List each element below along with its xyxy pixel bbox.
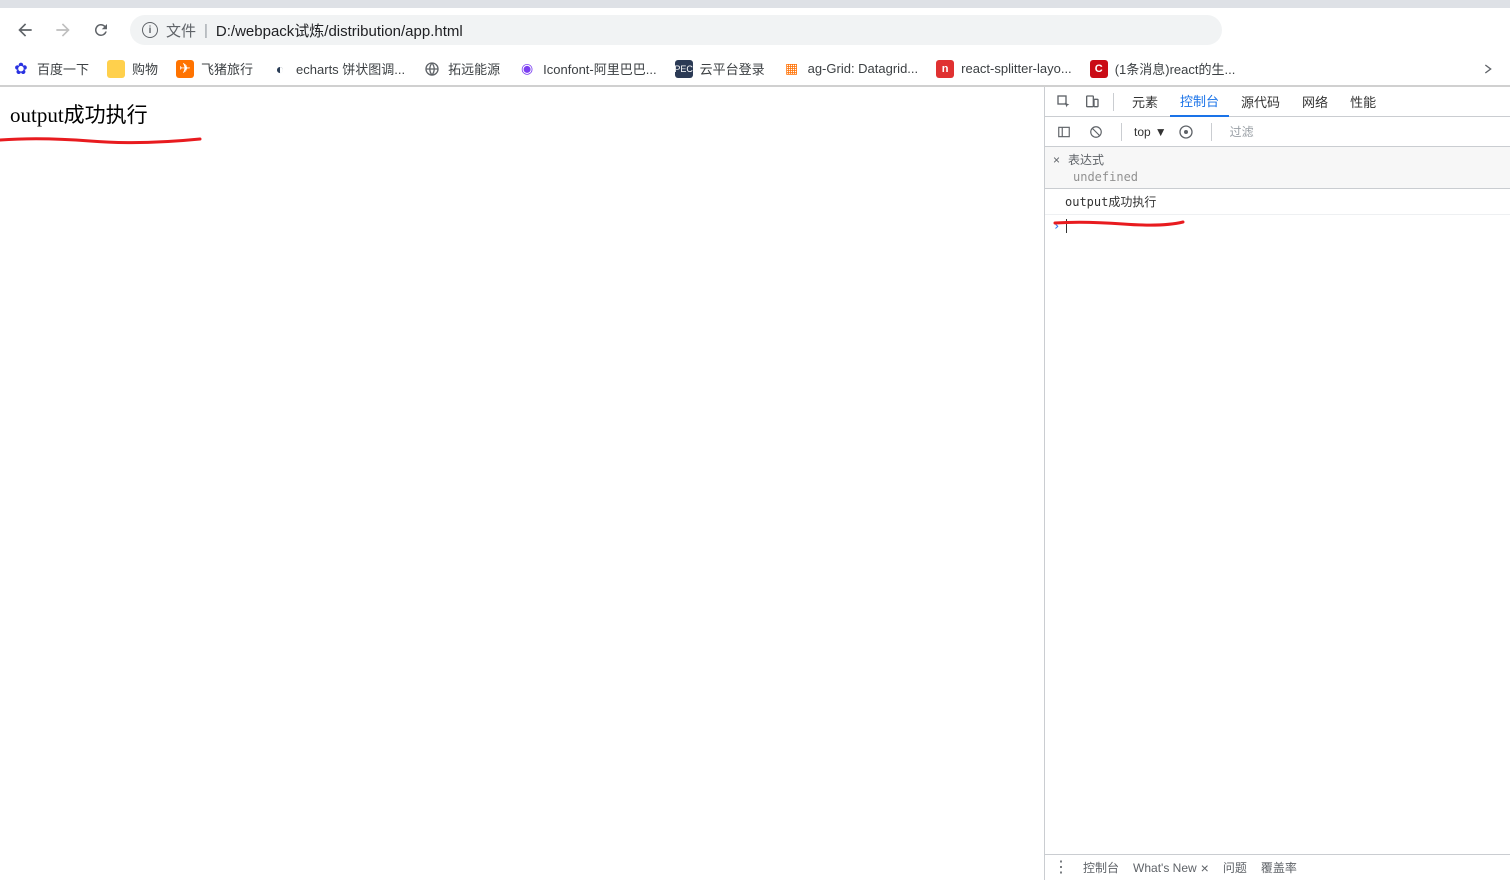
bookmark-label: Iconfont-阿里巴巴... — [543, 59, 656, 78]
devtools-tab-network[interactable]: 网络 — [1292, 87, 1338, 117]
console-sidebar-toggle-icon[interactable] — [1051, 119, 1077, 145]
bookmark-cloud-login[interactable]: PEC 云平台登录 — [675, 59, 765, 78]
bookmark-label: 百度一下 — [37, 59, 89, 78]
separator — [1113, 93, 1114, 111]
kebab-menu-icon[interactable]: ⋮ — [1053, 860, 1069, 876]
bookmark-tuoyuan[interactable]: 拓远能源 — [423, 59, 500, 78]
console-filter-input[interactable] — [1224, 123, 1504, 141]
device-toggle-icon[interactable] — [1079, 89, 1105, 115]
reload-button[interactable] — [84, 13, 118, 47]
bookmarks-bar: ✿ 百度一下 购物 ✈ 飞猪旅行 ◐ echarts 饼状图调... 拓远能源 … — [0, 52, 1510, 86]
page-body-text: output成功执行 — [10, 103, 148, 127]
address-bar[interactable]: i 文件 | D:/webpack试炼/distribution/app.htm… — [130, 15, 1222, 45]
bookmark-iconfont[interactable]: ◉ Iconfont-阿里巴巴... — [518, 59, 656, 78]
bookmark-csdn[interactable]: C (1条消息)react的生... — [1090, 59, 1236, 78]
watch-label: 表达式 — [1068, 151, 1104, 168]
devtools-panel: 元素 控制台 源代码 网络 性能 top ▼ — [1044, 87, 1510, 880]
address-row: i 文件 | D:/webpack试炼/distribution/app.htm… — [0, 8, 1510, 52]
separator — [1121, 123, 1122, 141]
drawer-tab-issues[interactable]: 问题 — [1223, 859, 1247, 876]
console-context-selector[interactable]: top ▼ — [1134, 125, 1167, 139]
devtools-tab-elements[interactable]: 元素 — [1122, 87, 1168, 117]
csdn-icon: C — [1090, 60, 1108, 78]
tab-strip[interactable] — [0, 0, 1510, 8]
address-path: D:/webpack试炼/distribution/app.html — [216, 20, 463, 41]
page-viewport: output成功执行 — [0, 87, 1044, 880]
drawer-tab-console[interactable]: 控制台 — [1083, 859, 1119, 876]
bookmark-label: 云平台登录 — [700, 59, 765, 78]
bookmark-echarts[interactable]: ◐ echarts 饼状图调... — [271, 59, 405, 78]
bookmark-react-splitter[interactable]: n react-splitter-layo... — [936, 60, 1072, 78]
bookmark-label: echarts 饼状图调... — [296, 59, 405, 78]
bookmark-label: (1条消息)react的生... — [1115, 59, 1236, 78]
devtools-tab-sources[interactable]: 源代码 — [1231, 87, 1290, 117]
chevron-down-icon: ▼ — [1155, 125, 1167, 139]
close-icon[interactable]: × — [1201, 860, 1209, 876]
bookmark-label: 飞猪旅行 — [201, 59, 253, 78]
inspect-element-icon[interactable] — [1051, 89, 1077, 115]
bookmark-label: ag-Grid: Datagrid... — [808, 61, 919, 76]
iconfont-icon: ◉ — [518, 60, 536, 78]
bookmark-label: react-splitter-layo... — [961, 61, 1072, 76]
forward-button[interactable] — [46, 13, 80, 47]
bookmark-fliggy[interactable]: ✈ 飞猪旅行 — [176, 59, 253, 78]
baidu-icon: ✿ — [12, 60, 30, 78]
close-icon[interactable]: × — [1053, 153, 1060, 167]
npm-icon: n — [936, 60, 954, 78]
address-separator: | — [204, 22, 208, 39]
bookmark-baidu[interactable]: ✿ 百度一下 — [12, 59, 89, 78]
bookmark-aggrid[interactable]: ▦ ag-Grid: Datagrid... — [783, 60, 919, 78]
address-scheme: 文件 — [166, 20, 196, 41]
devtools-tab-console[interactable]: 控制台 — [1170, 87, 1229, 117]
bookmark-shopping[interactable]: 购物 — [107, 59, 158, 78]
console-toolbar: top ▼ — [1045, 117, 1510, 147]
context-label: top — [1134, 125, 1151, 139]
devtools-header: 元素 控制台 源代码 网络 性能 — [1045, 87, 1510, 117]
bookmarks-overflow-icon[interactable] — [1478, 59, 1498, 79]
bookmark-label: 购物 — [132, 59, 158, 78]
echarts-icon: ◐ — [271, 60, 289, 78]
folder-icon — [107, 60, 125, 78]
fliggy-icon: ✈ — [176, 60, 194, 78]
drawer-tab-whatsnew[interactable]: What's New × — [1133, 860, 1209, 876]
separator — [1211, 123, 1212, 141]
site-info-icon[interactable]: i — [142, 22, 158, 38]
watch-expression-panel: × 表达式 undefined — [1045, 147, 1510, 189]
clear-console-icon[interactable] — [1083, 119, 1109, 145]
bookmark-label: 拓远能源 — [448, 59, 500, 78]
cloud-icon: PEC — [675, 60, 693, 78]
aggrid-icon: ▦ — [783, 60, 801, 78]
watch-value: undefined — [1053, 170, 1502, 184]
globe-icon — [423, 60, 441, 78]
console-output: output成功执行 › — [1045, 189, 1510, 854]
drawer-tab-coverage[interactable]: 覆盖率 — [1261, 859, 1297, 876]
annotation-underline — [0, 135, 204, 145]
console-log-message: output成功执行 — [1045, 189, 1510, 215]
devtools-drawer: ⋮ 控制台 What's New × 问题 覆盖率 — [1045, 854, 1510, 880]
live-expression-icon[interactable] — [1173, 119, 1199, 145]
back-button[interactable] — [8, 13, 42, 47]
annotation-underline — [1053, 219, 1187, 227]
devtools-tab-performance[interactable]: 性能 — [1340, 87, 1386, 117]
